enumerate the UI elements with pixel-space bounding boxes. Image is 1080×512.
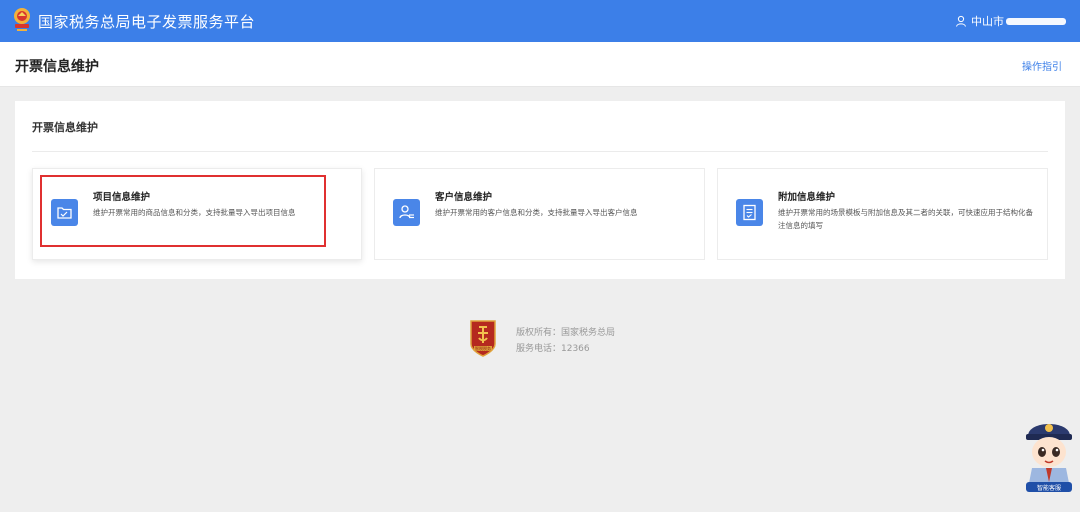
svg-text:智能客服: 智能客服 bbox=[1037, 484, 1061, 492]
card-project-info[interactable]: 项目信息维护 维护开票常用的商品信息和分类，支持批量导入导出项目信息 bbox=[32, 168, 362, 260]
tax-badge-icon: 智税税务 bbox=[470, 320, 496, 357]
page-title: 开票信息维护 bbox=[15, 59, 99, 75]
user-icon bbox=[956, 15, 966, 27]
card-title: 附加信息维护 bbox=[778, 192, 836, 203]
panel-title: 开票信息维护 bbox=[32, 121, 98, 134]
footer-copyright: 版权所有：国家税务总局 bbox=[516, 328, 616, 338]
guide-link[interactable]: 操作指引 bbox=[1022, 58, 1062, 73]
svg-text:智税税务: 智税税务 bbox=[475, 345, 491, 351]
user-region: 中山市 bbox=[971, 15, 1004, 28]
card-additional-info[interactable]: 附加信息维护 维护开票常用的场景模板与附加信息及其二者的关联，可快速应用于结构化… bbox=[717, 168, 1048, 260]
folder-icon bbox=[51, 199, 78, 226]
customer-icon bbox=[393, 199, 420, 226]
card-description: 维护开票常用的客户信息和分类，支持批量导入导出客户信息 bbox=[435, 208, 638, 217]
app-title: 国家税务总局电子发票服务平台 bbox=[38, 13, 256, 31]
card-description: 维护开票常用的场景模板与附加信息及其二者的关联，可快速应用于结构化备注信息的填写 bbox=[778, 208, 1033, 230]
footer-phone: 服务电话：12366 bbox=[516, 344, 590, 354]
redacted-name bbox=[1006, 17, 1066, 25]
panel-divider bbox=[32, 151, 1048, 152]
card-customer-info[interactable]: 客户信息维护 维护开票常用的客户信息和分类，支持批量导入导出客户信息 bbox=[374, 168, 705, 260]
top-bar: 国家税务总局电子发票服务平台 中山市 bbox=[0, 0, 1080, 42]
footer-info: 版权所有：国家税务总局 服务电话：12366 bbox=[516, 325, 615, 357]
card-description: 维护开票常用的商品信息和分类，支持批量导入导出项目信息 bbox=[93, 208, 296, 217]
tax-emblem-icon bbox=[14, 8, 30, 31]
user-name: 中山市 bbox=[971, 13, 1066, 29]
user-menu[interactable]: 中山市 bbox=[955, 13, 1066, 29]
main-panel: 开票信息维护 项目信息维护 维护开票常用的商品信息和分类，支持批量导入导出项目信… bbox=[15, 101, 1065, 279]
card-title: 客户信息维护 bbox=[435, 192, 493, 203]
card-title: 项目信息维护 bbox=[93, 192, 151, 203]
page-header: 开票信息维护 操作指引 bbox=[0, 42, 1080, 87]
assistant-mascot-icon[interactable]: 智能客服 bbox=[1020, 412, 1078, 494]
document-icon bbox=[736, 199, 763, 226]
